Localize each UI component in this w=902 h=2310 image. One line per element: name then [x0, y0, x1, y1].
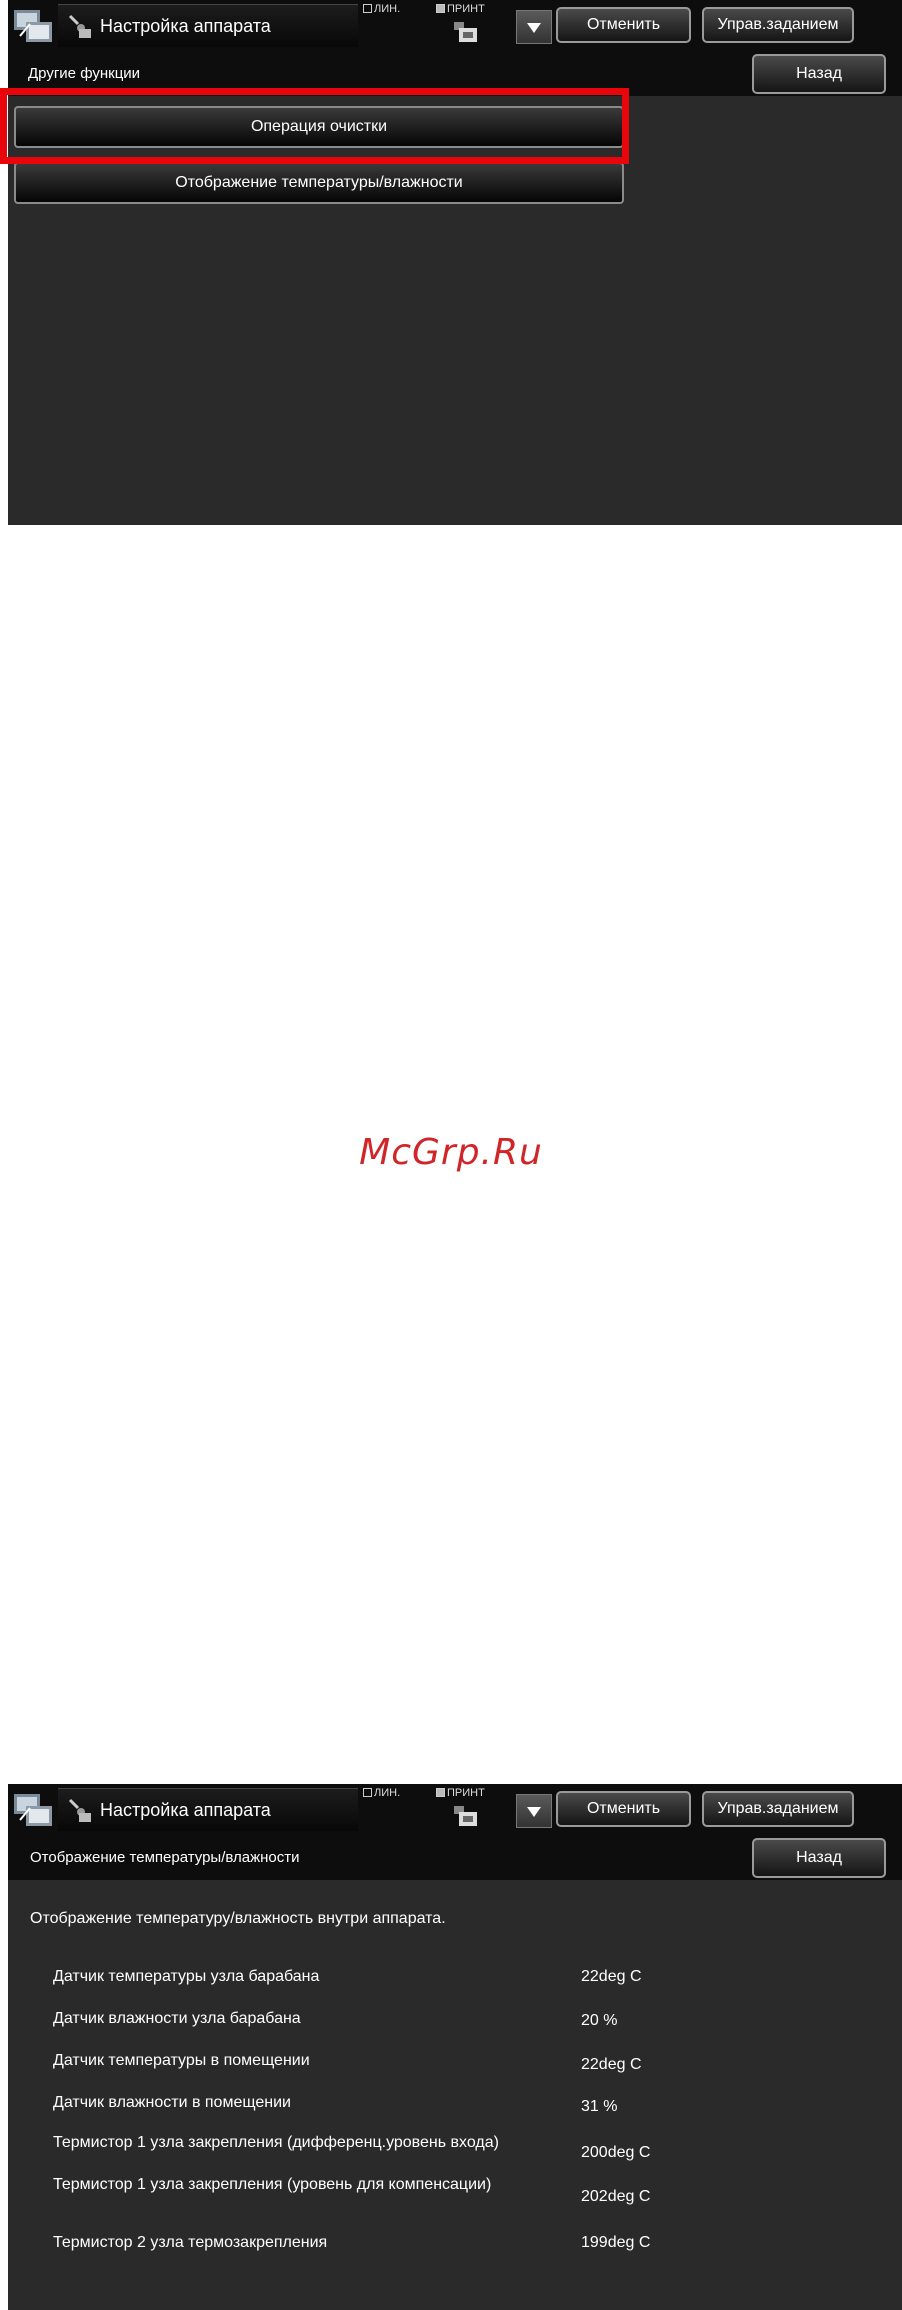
dropdown-arrow-icon [527, 1807, 541, 1817]
wrench-tool-icon [66, 1797, 92, 1823]
sensor-label: Термистор 1 узла закрепления (уровень дл… [53, 2176, 492, 2193]
cancel-button[interactable]: Отменить [556, 7, 691, 43]
status-print-label: ПРИНТ [447, 1787, 485, 1799]
sensor-value: 22deg C [581, 1968, 642, 1985]
watermark: McGrp.Ru [359, 1132, 543, 1173]
system-settings-icon[interactable] [12, 1790, 54, 1830]
status-online-label: ЛИН. [374, 3, 401, 15]
wrench-tool-icon [66, 13, 92, 39]
status-online: ЛИН. [363, 1787, 400, 1799]
section-title: Отображение температуры/влажности [30, 1849, 300, 1866]
title-box: Настройка аппарата [58, 1788, 358, 1831]
cancel-button[interactable]: Отменить [556, 1791, 691, 1827]
sensor-value: 20 % [581, 2012, 618, 2029]
checkbox-icon [363, 1788, 372, 1797]
status-print: ПРИНТ [436, 1787, 485, 1799]
system-settings-icon[interactable] [12, 6, 54, 46]
sensor-value: 199deg C [581, 2234, 651, 2251]
sensor-label: Термистор 2 узла термозакрепления [53, 2234, 328, 2251]
dropdown-button[interactable] [516, 1794, 552, 1828]
page-title: Настройка аппарата [100, 16, 271, 36]
printer-status-icon [453, 1804, 479, 1828]
top-bar: Настройка аппарата ЛИН. ПРИНТ Отменить У… [8, 1784, 902, 1834]
status-print-label: ПРИНТ [447, 3, 485, 15]
sensor-value: 200deg C [581, 2144, 651, 2161]
sensor-value: 202deg C [581, 2188, 651, 2205]
back-button[interactable]: Назад [752, 54, 886, 94]
sensor-value: 22deg C [581, 2056, 642, 2073]
section-title: Другие функции [28, 65, 141, 82]
description: Отображение температуру/влажность внутри… [30, 1910, 446, 1927]
menu-item-temp-humidity[interactable]: Отображение температуры/влажности [14, 162, 624, 204]
status-online: ЛИН. [363, 3, 400, 15]
sensor-label: Датчик температуры узла барабана [53, 1968, 320, 1985]
sensor-label: Датчик температуры в помещении [53, 2052, 310, 2069]
job-status-button[interactable]: Управ.заданием [702, 7, 854, 43]
status-print: ПРИНТ [436, 3, 485, 15]
printer-status-icon [453, 20, 479, 44]
dropdown-button[interactable] [516, 10, 552, 44]
top-bar: Настройка аппарата ЛИН. ПРИНТ Отменить У… [8, 0, 902, 50]
sensor-label: Датчик влажности в помещении [53, 2094, 291, 2111]
job-status-button[interactable]: Управ.заданием [702, 1791, 854, 1827]
sensor-value: 31 % [581, 2098, 618, 2115]
dropdown-arrow-icon [527, 23, 541, 33]
screen-temp-humidity: Настройка аппарата ЛИН. ПРИНТ Отменить У… [8, 1784, 902, 2310]
sensor-label: Датчик влажности узла барабана [53, 2010, 301, 2027]
page-title: Настройка аппарата [100, 1800, 271, 1820]
title-box: Настройка аппарата [58, 4, 358, 47]
sensor-label: Термистор 1 узла закрепления (дифференц.… [53, 2134, 499, 2151]
back-button[interactable]: Назад [752, 1838, 886, 1878]
screen-other-functions: Настройка аппарата ЛИН. ПРИНТ Отменить У… [8, 0, 902, 525]
checkbox-checked-icon [436, 4, 445, 13]
checkbox-icon [363, 4, 372, 13]
sub-header: Отображение температуры/влажности Назад [8, 1834, 902, 1880]
highlight-frame [0, 88, 629, 164]
status-online-label: ЛИН. [374, 1787, 401, 1799]
checkbox-checked-icon [436, 1788, 445, 1797]
